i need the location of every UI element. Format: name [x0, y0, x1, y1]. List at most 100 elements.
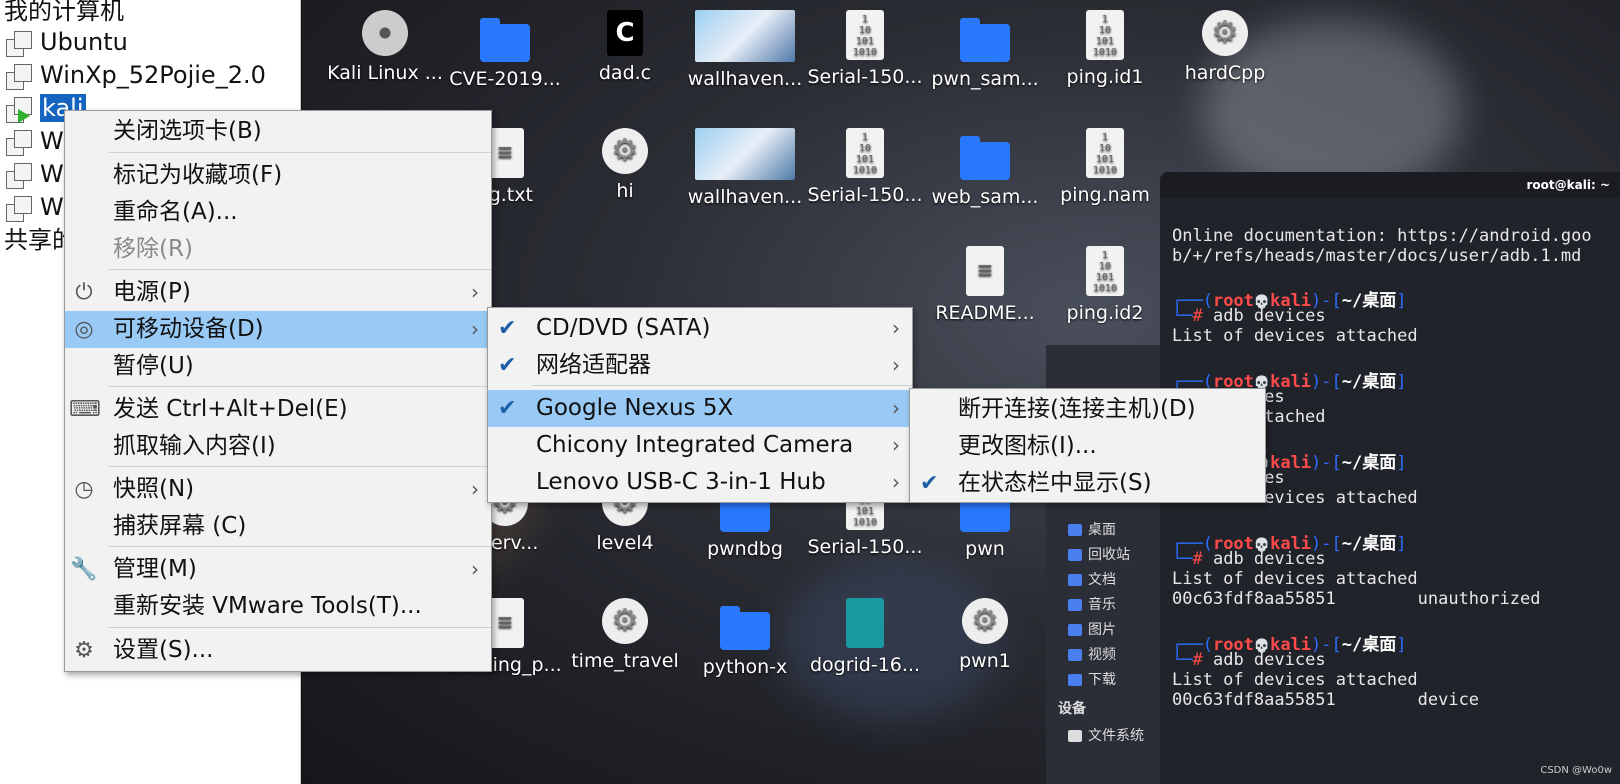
devices-menu-item-2[interactable]: ✔ Google Nexus 5X ›: [488, 390, 912, 427]
desktop-icon[interactable]: ⚙ hi: [566, 128, 684, 202]
gear-icon: ⚙: [602, 128, 648, 174]
binary-file-icon: 1 10 101 1010: [1086, 10, 1124, 60]
menu-item-label: 暂停(U): [113, 353, 194, 379]
binary-file-icon: 1 10 101 1010: [846, 128, 884, 178]
main-menu-item-10[interactable]: 捕获屏幕 (C): [65, 508, 491, 545]
desktop-icon[interactable]: wallhaven...: [686, 128, 804, 208]
place-label: 下载: [1088, 672, 1116, 688]
main-menu-item-2[interactable]: 重命名(A)...: [65, 194, 491, 231]
prompt-bracket: ]: [1396, 372, 1407, 392]
library-item-label: Ubuntu: [40, 28, 128, 56]
nexus-menu-item-1[interactable]: 更改图标(I)...: [910, 428, 1265, 465]
sidebar-place-6[interactable]: 下载: [1068, 669, 1116, 689]
desktop-icon[interactable]: CVE-2019...: [446, 10, 564, 90]
main-menu-item-13[interactable]: ⚙ 设置(S)...: [65, 632, 491, 669]
nexus-device-submenu: 断开连接(连接主机)(D) 更改图标(I)... ✔ 在状态栏中显示(S): [909, 388, 1266, 503]
sidebar-place-3[interactable]: 音乐: [1068, 594, 1116, 614]
place-label: 回收站: [1088, 547, 1130, 563]
desktop-icon-label: pwn_sam...: [931, 68, 1039, 90]
desktop-icon[interactable]: 1 10 101 1010 Serial-150...: [806, 10, 924, 88]
chevron-right-icon: ›: [471, 557, 479, 581]
binary-file-icon: 1 10 101 1010: [1086, 246, 1124, 296]
desktop-icon[interactable]: Kali Linux ...: [326, 10, 444, 84]
sidebar-place-2[interactable]: 文档: [1068, 569, 1116, 589]
desktop-icon[interactable]: ≡ README...: [926, 246, 1044, 324]
terminal-command: └─# adb devices: [1172, 650, 1326, 670]
desktop-icon-label: Kali Linux ...: [327, 62, 443, 84]
folder-icon: [1068, 524, 1082, 536]
folder-icon: [1068, 599, 1082, 611]
menu-separator: [532, 385, 912, 386]
desktop-icon[interactable]: 1 10 101 1010 ping.nam: [1046, 128, 1164, 206]
sidebar-place-5[interactable]: 视频: [1068, 644, 1116, 664]
desktop-icon-label: ping.id1: [1066, 66, 1144, 88]
desktop-icon[interactable]: python-x: [686, 598, 804, 678]
menu-item-label: 捕获屏幕 (C): [113, 513, 247, 539]
nexus-menu-item-0[interactable]: 断开连接(连接主机)(D): [910, 391, 1265, 428]
desktop-icon[interactable]: Cdad.c: [566, 10, 684, 84]
desktop-icon[interactable]: dogrid-16...: [806, 598, 924, 676]
vm-icon: [6, 161, 34, 189]
gear-icon: ⚙: [1202, 10, 1248, 56]
main-menu-item-9[interactable]: ◷ 快照(N) ›: [65, 471, 491, 508]
library-item-label: W: [40, 160, 64, 188]
menu-item-label: 快照(N): [113, 476, 195, 502]
prompt-dir: ~/桌面: [1341, 372, 1397, 392]
desktop-icon[interactable]: web_sam...: [926, 128, 1044, 208]
devices-menu-item-4[interactable]: Lenovo USB-C 3-in-1 Hub ›: [488, 464, 912, 501]
desktop-icon[interactable]: ⚙ pwn1: [926, 598, 1044, 672]
main-menu-item-1[interactable]: 标记为收藏项(F): [65, 157, 491, 194]
folder-icon: [1068, 674, 1082, 686]
chevron-right-icon: ›: [892, 353, 900, 377]
library-item-w3[interactable]: W: [0, 190, 64, 224]
devices-menu-item-3[interactable]: Chicony Integrated Camera ›: [488, 427, 912, 464]
folder-icon: [1068, 649, 1082, 661]
menu-item-label: 网络适配器: [536, 352, 651, 378]
disc-icon: [362, 10, 408, 56]
prompt-hash: └─#: [1172, 306, 1203, 326]
desktop-icon[interactable]: ⚙ time_travel: [566, 598, 684, 672]
main-menu-item-6[interactable]: 暂停(U): [65, 348, 491, 385]
desktop-icon[interactable]: 1 10 101 1010 Serial-150...: [806, 128, 924, 206]
library-item-winxp[interactable]: WinXp_52Pojie_2.0: [0, 58, 266, 92]
desktop-icon[interactable]: wallhaven...: [686, 10, 804, 90]
sidebar-place-4[interactable]: 图片: [1068, 619, 1116, 639]
drive-icon: [1068, 730, 1082, 742]
main-menu-item-8[interactable]: 抓取输入内容(I): [65, 428, 491, 465]
chevron-right-icon: ›: [892, 316, 900, 340]
watermark: CSDN @Wo0w: [1540, 765, 1612, 776]
main-menu-item-7[interactable]: ⌨ 发送 Ctrl+Alt+Del(E): [65, 391, 491, 428]
vm-icon: [6, 194, 34, 222]
sidebar-place-1[interactable]: 回收站: [1068, 544, 1130, 564]
library-item-w1[interactable]: W: [0, 124, 64, 158]
desktop-icon[interactable]: 1 10 101 1010 ping.id2: [1046, 246, 1164, 324]
desktop-icon-label: Serial-150...: [807, 66, 923, 88]
library-item-w2[interactable]: W: [0, 157, 64, 191]
devices-menu-item-1[interactable]: ✔ 网络适配器 ›: [488, 347, 912, 384]
library-root[interactable]: 我的计算机: [4, 0, 124, 28]
prompt-hash: └─#: [1172, 549, 1203, 569]
desktop-icon-label: ping.nam: [1060, 184, 1150, 206]
command-text: adb devices: [1212, 650, 1326, 670]
library-item-ubuntu[interactable]: Ubuntu: [0, 25, 128, 59]
chevron-right-icon: ›: [471, 317, 479, 341]
folder-icon: [1068, 574, 1082, 586]
desktop-icon-label: level4: [596, 532, 654, 554]
sidebar-device[interactable]: 文件系统: [1068, 725, 1144, 745]
vm-context-menu: 关闭选项卡(B) 标记为收藏项(F) 重命名(A)... 移除(R) ⏻ 电源(P) › ◎ 可…: [64, 110, 492, 672]
menu-separator: [109, 466, 491, 467]
desktop-icon-label: wallhaven...: [687, 68, 803, 90]
desktop-icon[interactable]: 1 10 101 1010 ping.id1: [1046, 10, 1164, 88]
gear-icon: ⚙: [602, 598, 648, 644]
desktop-icon[interactable]: ⚙ hardCpp: [1166, 10, 1284, 84]
main-menu-item-11[interactable]: 🔧 管理(M) ›: [65, 551, 491, 588]
desktop-icon[interactable]: pwn_sam...: [926, 10, 1044, 90]
main-menu-item-4[interactable]: ⏻ 电源(P) ›: [65, 274, 491, 311]
devices-menu-item-0[interactable]: ✔ CD/DVD (SATA) ›: [488, 310, 912, 347]
desktop-icon-label: pwn: [965, 538, 1005, 560]
nexus-menu-item-2[interactable]: ✔ 在状态栏中显示(S): [910, 465, 1265, 502]
main-menu-item-5[interactable]: ◎ 可移动设备(D) ›: [65, 311, 491, 348]
main-menu-item-12[interactable]: 重新安装 VMware Tools(T)...: [65, 588, 491, 625]
main-menu-item-0[interactable]: 关闭选项卡(B): [65, 113, 491, 150]
sidebar-place-0[interactable]: 桌面: [1068, 519, 1116, 539]
